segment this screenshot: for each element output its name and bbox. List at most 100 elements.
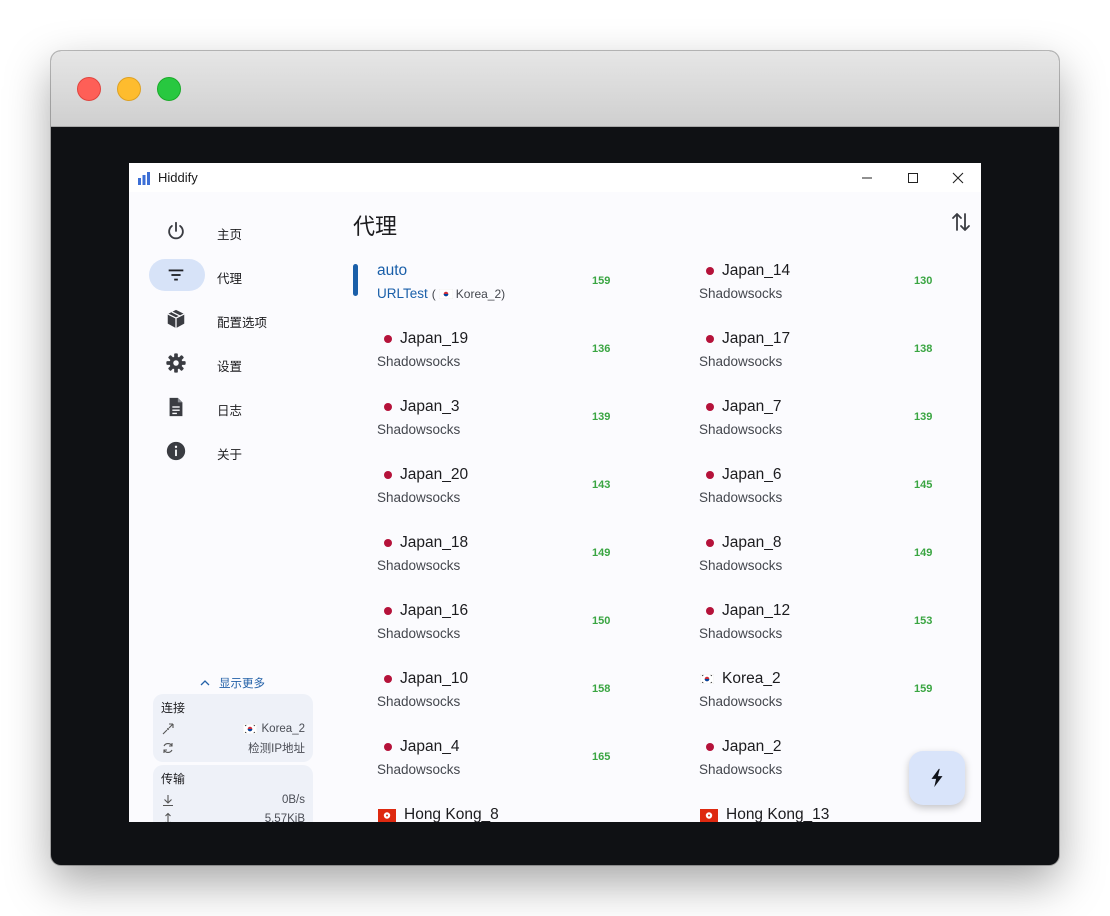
nav-item-settings[interactable]: 设置: [149, 346, 319, 380]
proxy-delay: 149: [914, 547, 933, 559]
lightning-icon: [931, 768, 943, 788]
sidebar: 主页 代理 配置选项 设置 日志 关于 显示更多 连接 Korea_2 检测IP…: [129, 192, 329, 822]
proxy-item[interactable]: Japan_6 Shadowsocks 145: [329, 460, 981, 524]
maximize-icon: [908, 172, 918, 183]
download-icon: [161, 793, 175, 807]
maximize-button[interactable]: [890, 163, 936, 192]
document-icon: [165, 396, 187, 418]
proxy-type: Shadowsocks: [699, 626, 783, 641]
japan-flag-icon: [706, 539, 714, 547]
proxy-delay: 130: [914, 275, 933, 287]
zoom-window-button[interactable]: [157, 77, 181, 101]
proxy-item[interactable]: Japan_14 Shadowsocks 130: [329, 256, 981, 320]
refresh-icon: [161, 741, 175, 755]
proxy-name: Japan_17: [722, 330, 791, 347]
package-icon: [165, 308, 187, 330]
korea-flag-icon: [242, 723, 257, 734]
proxy-name: Korea_2: [722, 670, 781, 687]
proxy-delay: 153: [914, 615, 933, 627]
mac-titlebar: [51, 51, 1059, 127]
show-more-button[interactable]: 显示更多: [199, 675, 265, 691]
proxy-type: Shadowsocks: [699, 422, 783, 437]
japan-flag-icon: [706, 267, 714, 275]
proxy-name: Hong Kong_13: [726, 806, 830, 822]
show-more-label: 显示更多: [219, 678, 265, 690]
outbound-name: Korea_2: [261, 722, 305, 735]
traffic-card: 传输 0B/s 5.57KiB: [153, 765, 313, 822]
traffic-title: 传输: [161, 772, 186, 786]
japan-flag-icon: [706, 743, 714, 751]
nav-label-about: 关于: [217, 448, 243, 462]
app-title: Hiddify: [158, 170, 198, 185]
app-window: Hiddify 主页 代理 配置选项 设置 日志 关于 显示更多 连接 Kore…: [129, 163, 981, 822]
power-icon: [165, 220, 187, 242]
chevron-up-icon: [200, 680, 210, 686]
ip-check-row[interactable]: 检测IP地址: [161, 738, 305, 757]
proxy-name: Japan_12: [722, 602, 791, 619]
nav-item-home[interactable]: 主页: [149, 214, 319, 248]
url-test-fab[interactable]: [909, 751, 965, 805]
proxy-type: Shadowsocks: [699, 354, 783, 369]
proxy-item[interactable]: Japan_8 Shadowsocks 149: [329, 528, 981, 592]
nav-label-proxies: 代理: [217, 272, 243, 286]
total-row: 5.57KiB: [161, 809, 305, 822]
app-titlebar: Hiddify: [129, 163, 981, 192]
speed-row: 0B/s: [161, 790, 305, 809]
proxy-type: Shadowsocks: [699, 490, 783, 505]
proxy-name: Japan_14: [722, 262, 791, 279]
proxy-delay: 139: [914, 411, 933, 423]
sort-icon: [952, 213, 970, 231]
nav-label-settings: 设置: [217, 360, 243, 374]
gear-icon: [165, 352, 187, 374]
nav-label-logs: 日志: [217, 404, 243, 418]
minimize-window-button[interactable]: [117, 77, 141, 101]
proxy-type: Shadowsocks: [699, 286, 783, 301]
ip-check-label: 检测IP地址: [248, 742, 305, 755]
minimize-icon: [862, 177, 872, 178]
filter-icon: [165, 264, 187, 286]
proxy-item[interactable]: Japan_17 Shadowsocks 138: [329, 324, 981, 388]
up-down-icon: [161, 812, 175, 822]
proxy-item[interactable]: Japan_12 Shadowsocks 153: [329, 596, 981, 660]
proxy-item[interactable]: Hong Kong_13: [329, 800, 981, 822]
japan-flag-icon: [706, 471, 714, 479]
proxy-item[interactable]: Japan_2 Shadowsocks: [329, 732, 981, 796]
proxy-type: Shadowsocks: [699, 694, 783, 709]
outbound-row[interactable]: Korea_2: [161, 719, 305, 738]
proxy-delay: 138: [914, 343, 933, 355]
japan-flag-icon: [706, 403, 714, 411]
info-icon: [165, 440, 187, 462]
japan-flag-icon: [706, 335, 714, 343]
hiddify-logo-icon: [138, 172, 150, 185]
mac-window: Hiddify 主页 代理 配置选项 设置 日志 关于 显示更多 连接 Kore…: [51, 51, 1059, 865]
nav-item-logs[interactable]: 日志: [149, 390, 319, 424]
proxy-delay: 145: [914, 479, 933, 491]
nav-label-profiles: 配置选项: [217, 316, 268, 330]
minimize-button[interactable]: [844, 163, 890, 192]
page-title: 代理: [353, 214, 398, 239]
proxy-type: Shadowsocks: [699, 762, 783, 777]
korea-flag-icon: [700, 674, 714, 684]
proxy-delay: 159: [914, 683, 933, 695]
proxy-item[interactable]: Japan_7 Shadowsocks 139: [329, 392, 981, 456]
proxy-name: Japan_2: [722, 738, 782, 755]
japan-flag-icon: [706, 607, 714, 615]
nav-item-profiles[interactable]: 配置选项: [149, 302, 319, 336]
nav-item-proxies[interactable]: 代理: [149, 258, 319, 292]
proxy-name: Japan_6: [722, 466, 782, 483]
proxy-list: auto URLTest(Korea_2) 159 Japan_14 Shadowsoc…: [329, 256, 981, 822]
close-button[interactable]: [935, 163, 981, 192]
total-value: 5.57KiB: [264, 812, 305, 823]
proxy-item[interactable]: Korea_2 Shadowsocks 159: [329, 664, 981, 728]
proxy-name: Japan_8: [722, 534, 782, 551]
connection-card: 连接 Korea_2 检测IP地址: [153, 694, 313, 762]
close-window-button[interactable]: [77, 77, 101, 101]
nav-item-about[interactable]: 关于: [149, 434, 319, 468]
sort-button[interactable]: [948, 209, 974, 235]
nav-label-home: 主页: [217, 228, 243, 242]
proxy-name: Japan_7: [722, 398, 782, 415]
route-icon: [161, 722, 175, 736]
hong-kong-flag-icon: [700, 808, 718, 822]
main-content: 代理 auto URLTest(Korea_2) 159 Japan_14 Shadow…: [329, 192, 981, 822]
connection-title: 连接: [161, 701, 186, 715]
